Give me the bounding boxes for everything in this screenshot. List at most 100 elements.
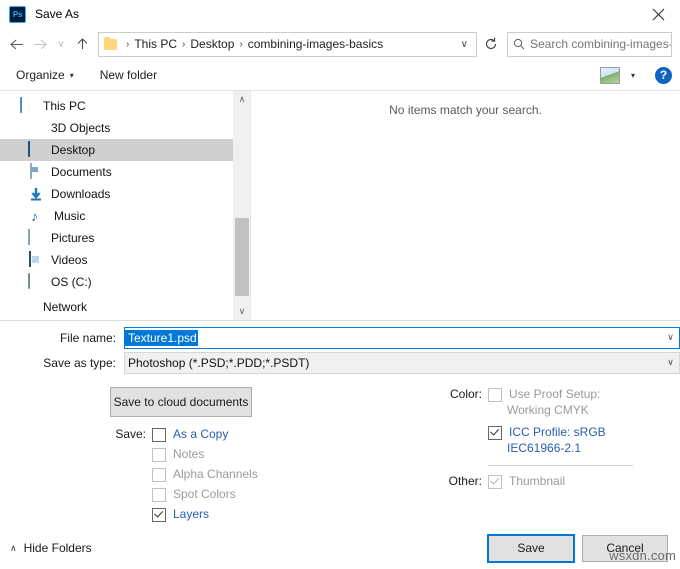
view-caret-icon: ▾ — [631, 71, 635, 80]
sidebar-item-label: Videos — [51, 253, 87, 267]
layers-checkbox[interactable] — [152, 508, 166, 522]
scroll-down-icon[interactable]: ∨ — [234, 303, 250, 320]
new-folder-button[interactable]: New folder — [94, 65, 163, 85]
watermark: wsxdn.com — [609, 548, 676, 563]
save-options: Save to cloud documents Save: As a Copy … — [0, 377, 680, 527]
navigation-pane-scrollbar[interactable]: ∧ ∨ — [233, 91, 250, 320]
checkbox-row-use-proof-setup[interactable]: Color: Use Proof Setup: — [440, 387, 680, 402]
options-divider — [488, 465, 633, 466]
sidebar-item-downloads[interactable]: Downloads — [0, 183, 250, 205]
documents-icon — [28, 164, 44, 180]
address-chevron-down-icon[interactable]: ∨ — [457, 39, 476, 50]
scroll-up-icon[interactable]: ∧ — [234, 91, 250, 108]
sidebar-item-desktop[interactable]: Desktop — [0, 139, 250, 161]
file-name-input[interactable]: Texture1.psd ∨ — [124, 327, 680, 349]
desktop-icon — [28, 142, 44, 158]
file-name-row: File name: Texture1.psd ∨ — [0, 327, 680, 348]
sidebar-item-label: Music — [54, 209, 85, 223]
organize-label: Organize — [16, 68, 65, 82]
3d-objects-icon — [28, 120, 44, 136]
network-icon — [20, 299, 36, 315]
view-options-button[interactable]: ▾ — [594, 64, 641, 87]
notes-label: Notes — [166, 447, 204, 461]
use-proof-setup-checkbox[interactable] — [488, 388, 502, 402]
file-list-pane[interactable]: No items match your search. — [250, 91, 680, 320]
os-drive-icon — [28, 274, 44, 290]
checkbox-row-thumbnail[interactable]: Other: Thumbnail — [440, 474, 680, 489]
breadcrumb-item-combining-images-basics[interactable]: combining-images-basics — [248, 37, 383, 51]
icc-profile-sub-label: IEC61966-2.1 — [440, 440, 680, 456]
up-icon[interactable] — [70, 31, 94, 57]
search-box[interactable]: Search combining-images-b... — [507, 32, 672, 57]
checkbox-row-as-a-copy[interactable]: Save: As a Copy — [110, 427, 440, 447]
spot-colors-checkbox[interactable] — [152, 488, 166, 502]
notes-checkbox[interactable] — [152, 448, 166, 462]
back-icon[interactable] — [4, 31, 28, 57]
checkbox-row-layers[interactable]: Save: Layers — [110, 507, 440, 527]
save-checkbox-group: Save: As a Copy Save: Notes Save: Alpha … — [110, 427, 440, 527]
breadcrumb-item-this-pc[interactable]: This PC — [134, 37, 177, 51]
sidebar-item-network[interactable]: Network — [0, 296, 250, 318]
working-cmyk-label: Working CMYK — [440, 402, 680, 418]
save-options-left: Save to cloud documents Save: As a Copy … — [0, 387, 440, 527]
navigation-pane: This PC 3D Objects Desktop Documents Dow… — [0, 91, 250, 320]
title-bar: Ps Save As — [0, 0, 680, 28]
videos-icon — [28, 252, 44, 268]
icc-profile-label: ICC Profile: sRGB — [502, 425, 606, 439]
breadcrumb-item-desktop[interactable]: Desktop — [190, 37, 234, 51]
sidebar-item-documents[interactable]: Documents — [0, 161, 250, 183]
breadcrumb-separator-2: › — [234, 39, 247, 50]
forward-icon[interactable] — [28, 31, 52, 57]
scrollbar-thumb[interactable] — [235, 218, 249, 296]
sidebar-item-this-pc[interactable]: This PC — [0, 95, 250, 117]
this-pc-icon — [20, 98, 36, 114]
hide-folders-label: Hide Folders — [24, 541, 92, 555]
checkbox-row-alpha-channels[interactable]: Save: Alpha Channels — [110, 467, 440, 487]
save-to-cloud-documents-button[interactable]: Save to cloud documents — [110, 387, 252, 417]
help-icon[interactable]: ? — [655, 67, 672, 84]
spacer-label: Save: — [110, 467, 152, 481]
organize-button[interactable]: Organize ▾ — [10, 65, 80, 85]
as-a-copy-checkbox[interactable] — [152, 428, 166, 442]
browser-area: This PC 3D Objects Desktop Documents Dow… — [0, 91, 680, 321]
alpha-channels-checkbox[interactable] — [152, 468, 166, 482]
spacer-label: Color: — [440, 425, 488, 439]
scrollbar-track[interactable] — [234, 108, 250, 303]
folder-icon — [104, 39, 117, 50]
file-name-chevron-down-icon[interactable]: ∨ — [662, 332, 679, 343]
search-input[interactable]: Search combining-images-b... — [530, 37, 671, 51]
search-icon — [508, 38, 530, 50]
refresh-icon[interactable] — [478, 33, 504, 56]
save-prefix-label: Save: — [110, 427, 152, 441]
sidebar-item-os-c[interactable]: OS (C:) — [0, 271, 250, 293]
thumbnail-checkbox[interactable] — [488, 475, 502, 489]
icc-profile-checkbox[interactable] — [488, 426, 502, 440]
sidebar-item-music[interactable]: ♪ Music — [0, 205, 250, 227]
spot-colors-label: Spot Colors — [166, 487, 236, 501]
save-as-type-value: Photoshop (*.PSD;*.PDD;*.PSDT) — [125, 356, 309, 370]
file-name-value[interactable]: Texture1.psd — [125, 330, 198, 346]
sidebar-item-label: 3D Objects — [51, 121, 110, 135]
toolbar: Organize ▾ New folder ▾ ? — [0, 60, 680, 91]
sidebar-item-3d-objects[interactable]: 3D Objects — [0, 117, 250, 139]
thumbnail-label: Thumbnail — [502, 474, 565, 488]
use-proof-setup-label: Use Proof Setup: — [502, 387, 600, 401]
file-name-label: File name: — [0, 331, 124, 345]
hide-folders-button[interactable]: ∧ Hide Folders — [10, 541, 92, 555]
recent-locations-chevron-down-icon[interactable]: ∨ — [52, 31, 70, 57]
sidebar-item-label: This PC — [43, 99, 86, 113]
sidebar-item-label: Network — [43, 300, 87, 314]
save-options-right: Color: Use Proof Setup: Working CMYK Col… — [440, 387, 680, 527]
sidebar-item-videos[interactable]: Videos — [0, 249, 250, 271]
checkbox-row-spot-colors[interactable]: Save: Spot Colors — [110, 487, 440, 507]
close-icon[interactable] — [636, 0, 680, 28]
save-as-type-select[interactable]: Photoshop (*.PSD;*.PDD;*.PSDT) ∨ — [124, 352, 680, 374]
checkbox-row-notes[interactable]: Save: Notes — [110, 447, 440, 467]
save-button[interactable]: Save — [487, 534, 575, 563]
sidebar-item-pictures[interactable]: Pictures — [0, 227, 250, 249]
layers-label: Layers — [166, 507, 209, 521]
sidebar-item-label: Documents — [51, 165, 112, 179]
save-as-type-chevron-down-icon[interactable]: ∨ — [662, 357, 679, 368]
checkbox-row-icc-profile[interactable]: Color: ICC Profile: sRGB — [440, 425, 680, 440]
address-bar[interactable]: › This PC › Desktop › combining-images-b… — [98, 32, 477, 57]
